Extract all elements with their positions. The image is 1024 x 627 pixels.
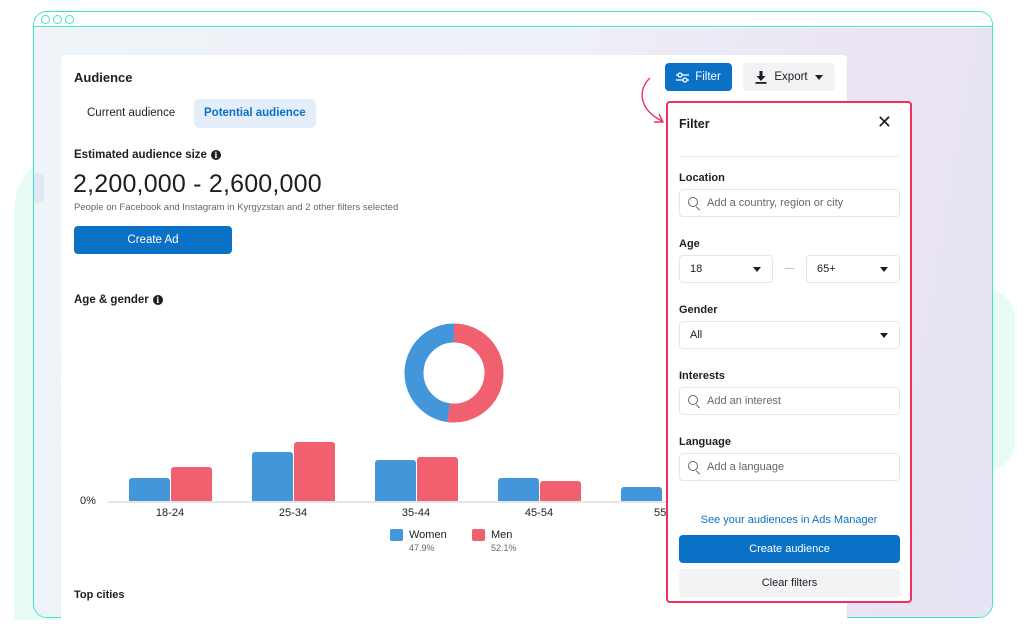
window-dot-icon (65, 15, 74, 24)
chart-baseline (108, 501, 666, 503)
window-dot-icon (53, 15, 62, 24)
interests-label: Interests (679, 370, 725, 382)
tab-current-audience[interactable]: Current audience (77, 99, 185, 128)
estimated-size-label-text: Estimated audience size (74, 149, 207, 161)
chevron-down-icon (753, 266, 761, 272)
donut-slice-men (447, 323, 504, 423)
info-icon[interactable]: i (210, 150, 221, 160)
tab-potential-audience[interactable]: Potential audience (194, 99, 316, 128)
sliders-icon (676, 71, 690, 83)
age-gender-label-text: Age & gender (74, 294, 149, 306)
page-title: Audience (74, 70, 133, 85)
legend-pct-women: 47.9% (409, 543, 435, 553)
bar-men-45-54[interactable] (540, 481, 581, 501)
donut-slice-women (404, 323, 455, 423)
bar-women-45-54[interactable] (498, 478, 539, 501)
interests-placeholder: Add an interest (707, 395, 781, 407)
x-tick-label: 25-34 (278, 507, 308, 519)
sidebar-handle[interactable] (34, 173, 44, 203)
legend-swatch-men (472, 529, 485, 541)
x-tick-label: 35-44 (401, 507, 431, 519)
clear-filters-button[interactable]: Clear filters (679, 569, 900, 597)
location-label: Location (679, 172, 725, 184)
ads-manager-link[interactable]: See your audiences in Ads Manager (668, 514, 910, 526)
filter-panel: Filter ✕ Location Add a country, region … (666, 101, 912, 603)
age-gender-bar-chart: 0% 18-24 25-34 35-44 45-54 55- (74, 430, 666, 530)
y-tick-label: 0% (80, 495, 96, 507)
top-cities-label: Top cities (74, 589, 125, 601)
bar-women-55-64[interactable] (621, 487, 662, 501)
gender-donut-chart (404, 323, 504, 423)
chevron-down-icon (880, 266, 888, 272)
language-label: Language (679, 436, 731, 448)
estimated-size-label: Estimated audience size i (74, 149, 221, 161)
search-icon (688, 395, 700, 407)
interests-input[interactable]: Add an interest (679, 387, 900, 415)
window-dot-icon (41, 15, 50, 24)
age-max-select[interactable]: 65+ (806, 255, 900, 283)
range-separator (785, 268, 794, 269)
bar-women-18-24[interactable] (129, 478, 170, 501)
create-audience-button[interactable]: Create audience (679, 535, 900, 563)
bar-men-35-44[interactable] (417, 457, 458, 501)
legend-pct-men: 52.1% (491, 543, 517, 553)
location-placeholder: Add a country, region or city (707, 197, 844, 209)
age-max-value: 65+ (817, 263, 836, 275)
audience-description: People on Facebook and Instagram in Kyrg… (74, 202, 399, 213)
age-label: Age (679, 238, 700, 250)
bar-men-18-24[interactable] (171, 467, 212, 501)
x-tick-label: 45-54 (524, 507, 554, 519)
x-tick-label: 55- (654, 507, 666, 519)
gender-value: All (690, 329, 703, 341)
bar-women-35-44[interactable] (375, 460, 416, 501)
download-icon (755, 70, 767, 84)
gender-select[interactable]: All (679, 321, 900, 349)
search-icon (688, 197, 700, 209)
divider (679, 156, 899, 157)
bar-women-25-34[interactable] (252, 452, 293, 501)
audience-size-value: 2,200,000 - 2,600,000 (73, 170, 322, 198)
legend-label-men: Men (491, 529, 513, 541)
search-icon (688, 461, 700, 473)
close-icon[interactable]: ✕ (877, 113, 892, 131)
age-gender-label: Age & gender i (74, 294, 163, 306)
filter-panel-title: Filter (679, 117, 710, 131)
age-min-select[interactable]: 18 (679, 255, 773, 283)
info-icon[interactable]: i (152, 295, 163, 305)
create-ad-button[interactable]: Create Ad (74, 226, 232, 254)
filter-button-label: Filter (695, 71, 721, 83)
filter-button[interactable]: Filter (665, 63, 732, 91)
export-button-label: Export (774, 71, 808, 83)
legend-label-women: Women (409, 529, 447, 541)
location-input[interactable]: Add a country, region or city (679, 189, 900, 217)
legend-item-women: Women 47.9% (390, 529, 447, 553)
chevron-down-icon (880, 332, 888, 338)
x-tick-label: 18-24 (155, 507, 185, 519)
legend-item-men: Men 52.1% (472, 529, 517, 553)
language-placeholder: Add a language (707, 461, 785, 473)
bar-men-25-34[interactable] (294, 442, 335, 501)
age-min-value: 18 (690, 263, 703, 275)
language-input[interactable]: Add a language (679, 453, 900, 481)
chevron-down-icon (814, 74, 823, 80)
annotation-arrow-icon (641, 77, 665, 123)
window-titlebar (34, 12, 992, 27)
export-button[interactable]: Export (743, 63, 835, 91)
legend-swatch-women (390, 529, 403, 541)
gender-label: Gender (679, 304, 718, 316)
